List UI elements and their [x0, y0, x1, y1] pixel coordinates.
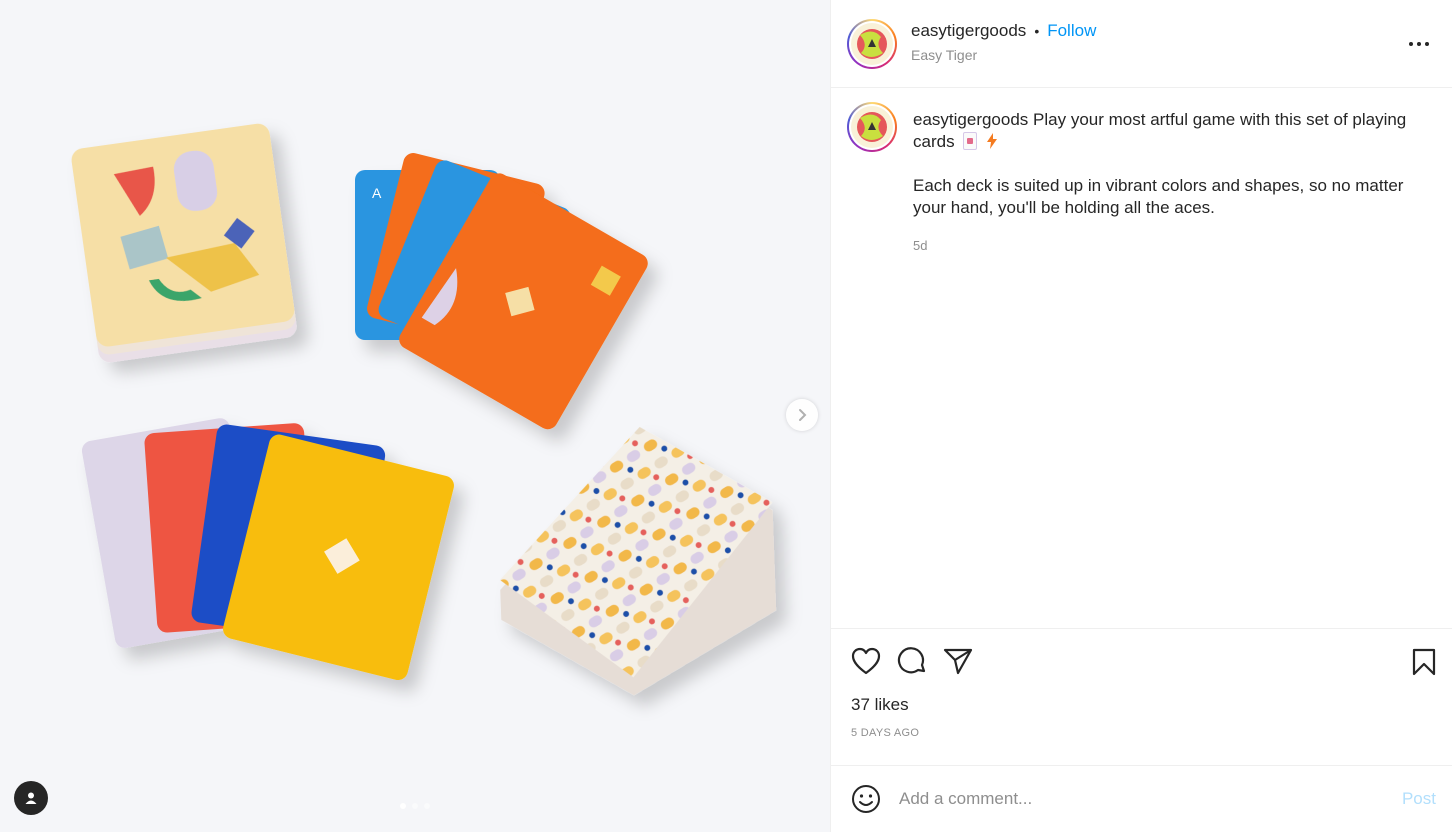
comment-input[interactable]	[899, 789, 1369, 809]
post-comment-button[interactable]: Post	[1402, 789, 1436, 809]
likes-count[interactable]: 37 likes	[831, 695, 1452, 715]
account-subtitle[interactable]: Easy Tiger	[911, 47, 1096, 63]
post-photo: A	[71, 123, 777, 696]
caption-first: easytigergoods Play your most artful gam…	[913, 109, 1433, 153]
comment-bubble-icon	[897, 647, 926, 674]
comment-bar: Post	[831, 765, 1452, 832]
user-tag-icon	[25, 792, 37, 804]
separator: •	[1034, 22, 1040, 39]
like-button[interactable]	[851, 647, 881, 675]
carousel-dot	[424, 803, 430, 809]
post-sidebar: easytigergoods • Follow Easy Tiger easyt…	[830, 0, 1452, 832]
comment-button[interactable]	[897, 647, 927, 675]
follow-button[interactable]: Follow	[1047, 21, 1096, 41]
post-header: easytigergoods • Follow Easy Tiger	[831, 0, 1452, 88]
caption-username[interactable]: easytigergoods	[913, 110, 1028, 129]
avatar[interactable]	[847, 18, 897, 69]
fan-bottom	[81, 418, 454, 681]
action-bar	[831, 629, 1452, 693]
save-button[interactable]	[1412, 648, 1436, 681]
smiley-icon[interactable]	[851, 784, 881, 814]
paper-plane-icon	[943, 648, 973, 675]
svg-text:A: A	[372, 185, 382, 201]
fan-top: A	[355, 153, 648, 430]
caption-paragraph: Each deck is suited up in vibrant colors…	[913, 176, 1404, 217]
deck-pattern	[499, 426, 777, 696]
avatar[interactable]	[847, 102, 897, 152]
chevron-right-icon	[799, 409, 807, 421]
carousel-dot	[412, 803, 418, 809]
next-slide-button[interactable]	[786, 399, 818, 431]
heart-icon	[851, 647, 881, 675]
easytiger-logo	[851, 106, 893, 148]
carousel-indicator	[400, 803, 430, 809]
carousel-dot	[400, 803, 406, 809]
bookmark-icon	[1412, 648, 1436, 676]
deck-cream	[71, 123, 297, 363]
more-options-icon	[1409, 42, 1429, 46]
post-timestamp[interactable]: 5 DAYS AGO	[831, 727, 1452, 739]
share-button[interactable]	[943, 647, 973, 675]
post-media[interactable]: A	[0, 0, 830, 832]
caption-section: easytigergoods Play your most artful gam…	[831, 88, 1452, 629]
easytiger-logo	[851, 22, 893, 65]
user-tag-button[interactable]	[14, 781, 48, 815]
lightning-emoji-icon	[987, 133, 998, 149]
username[interactable]: easytigergoods	[911, 21, 1026, 41]
more-options-button[interactable]	[1408, 34, 1430, 52]
playing-card-emoji-icon	[963, 132, 978, 150]
post-view: A easytigergoods • Follow Easy Tiger eas…	[0, 0, 1452, 832]
caption-timestamp[interactable]: 5d	[913, 235, 1433, 257]
